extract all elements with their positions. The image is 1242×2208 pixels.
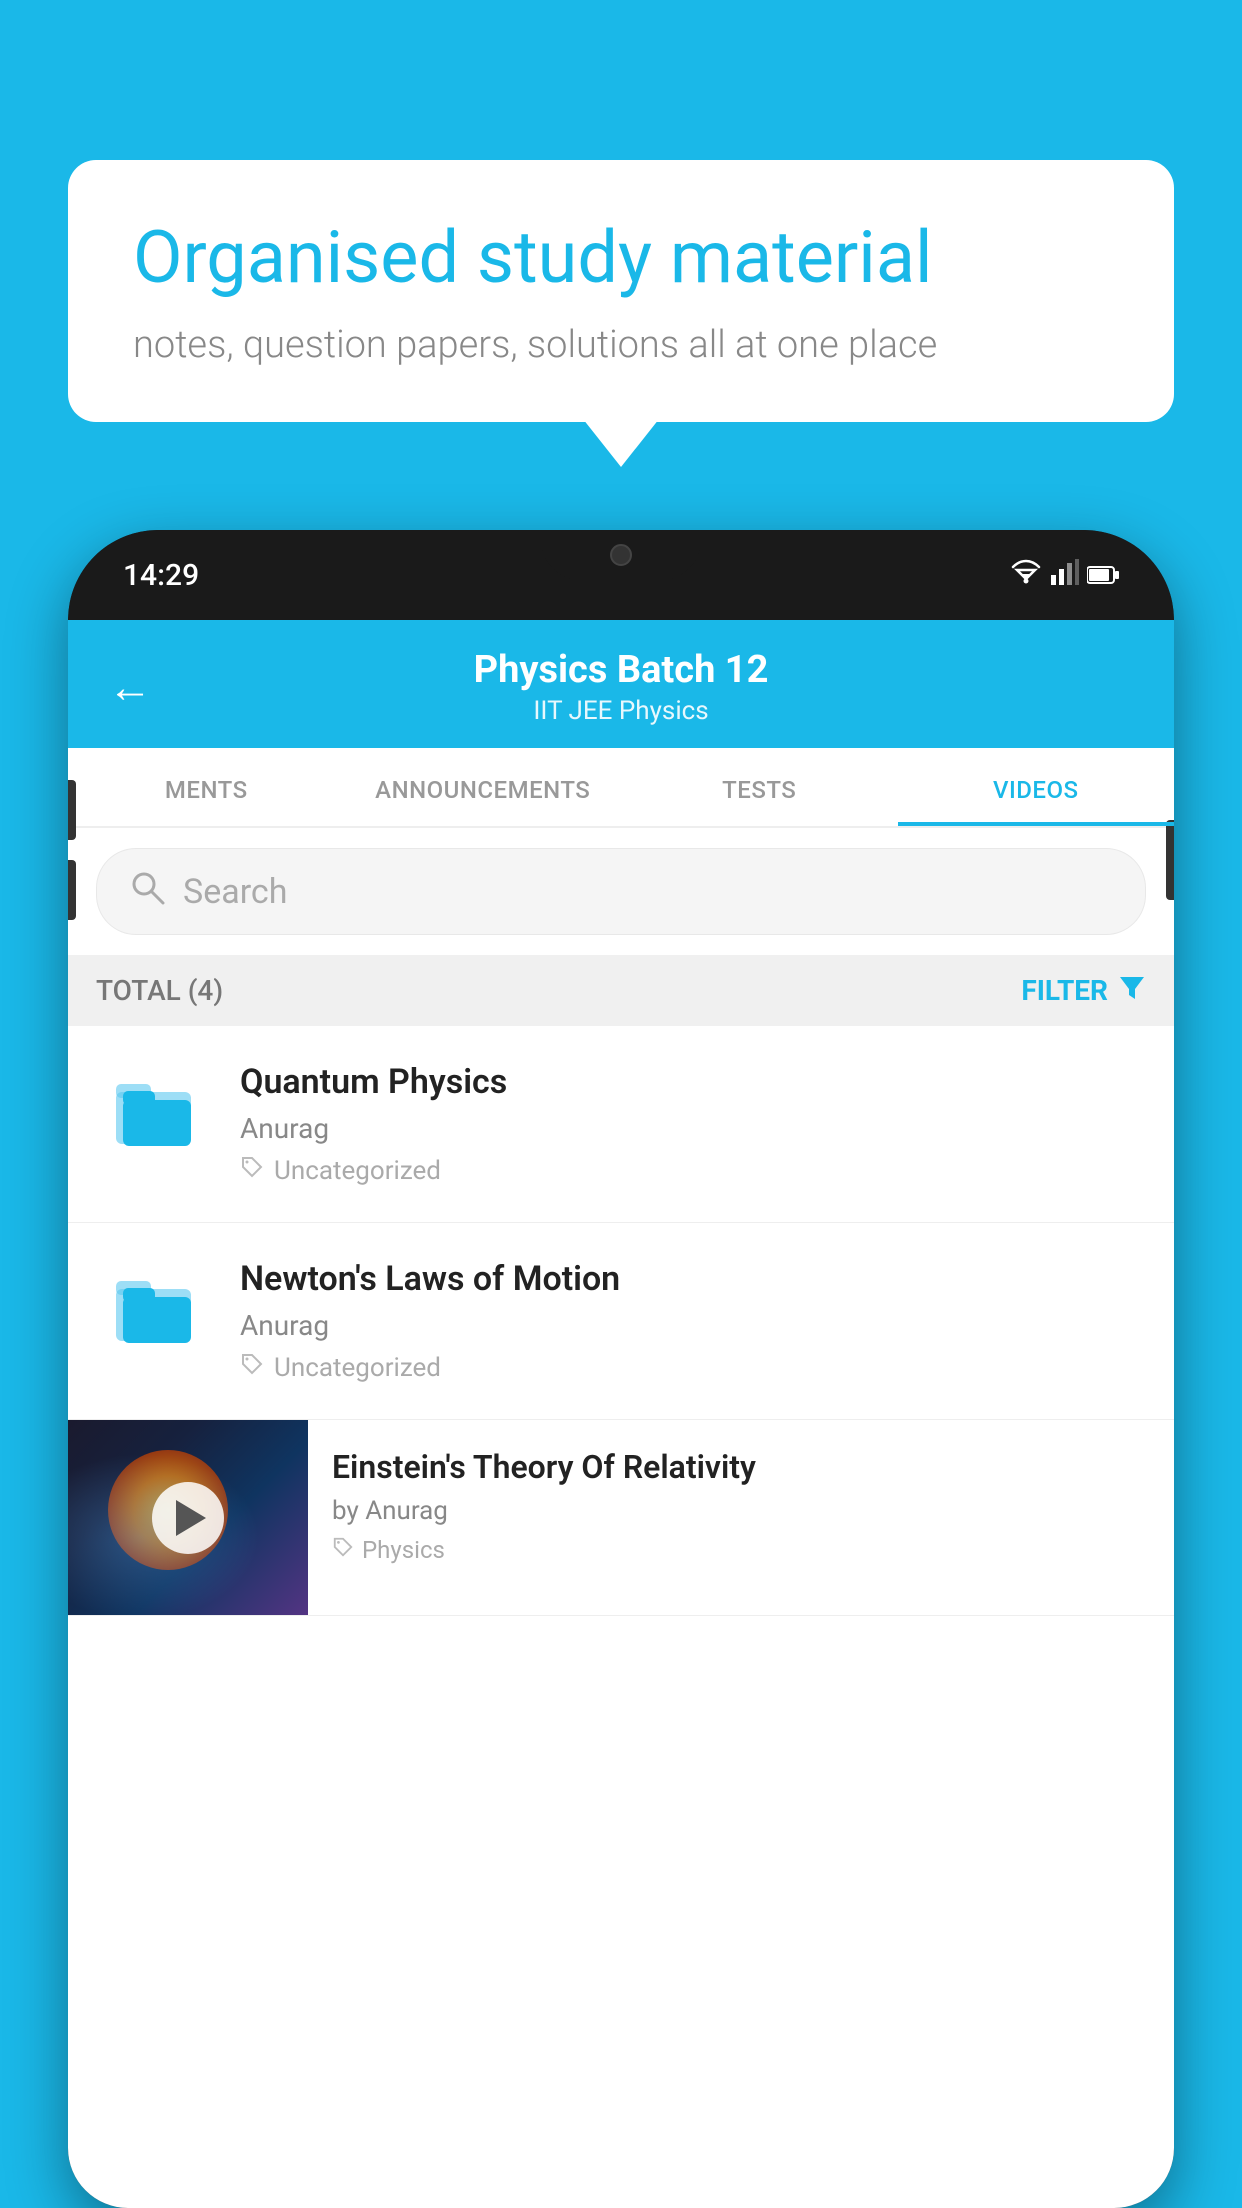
header-center: Physics Batch 12 IIT JEE Physics bbox=[172, 648, 1070, 726]
video-title-3: Einstein's Theory Of Relativity bbox=[332, 1448, 1150, 1486]
video-title-2: Newton's Laws of Motion bbox=[240, 1259, 1146, 1299]
clock: 14:29 bbox=[123, 558, 199, 593]
filter-button[interactable]: FILTER bbox=[1021, 973, 1146, 1008]
search-bar[interactable]: Search bbox=[96, 848, 1146, 935]
screen-subtitle: IIT JEE Physics bbox=[172, 696, 1070, 726]
tab-tests[interactable]: TESTS bbox=[621, 748, 898, 826]
list-item[interactable]: Quantum Physics Anurag Uncategorized bbox=[68, 1026, 1174, 1223]
einstein-thumbnail bbox=[68, 1420, 308, 1615]
tag-text-1: Uncategorized bbox=[274, 1156, 441, 1186]
search-container: Search bbox=[68, 828, 1174, 955]
phone-screen: ← Physics Batch 12 IIT JEE Physics MENTS… bbox=[68, 620, 1174, 2208]
wifi-icon bbox=[1009, 559, 1043, 592]
video-list: Quantum Physics Anurag Uncategorized bbox=[68, 1026, 1174, 1616]
front-camera bbox=[610, 544, 632, 566]
search-icon bbox=[129, 869, 165, 914]
video-tag-2: Uncategorized bbox=[240, 1352, 1146, 1383]
tag-icon bbox=[240, 1155, 264, 1186]
tag-text-2: Uncategorized bbox=[274, 1353, 441, 1383]
video-tag-1: Uncategorized bbox=[240, 1155, 1146, 1186]
video-info-3: Einstein's Theory Of Relativity by Anura… bbox=[308, 1420, 1174, 1592]
video-info-2: Newton's Laws of Motion Anurag Uncategor… bbox=[240, 1259, 1146, 1383]
filter-bar: TOTAL (4) FILTER bbox=[68, 955, 1174, 1026]
search-placeholder: Search bbox=[183, 872, 287, 912]
status-icons bbox=[1009, 559, 1119, 592]
tag-icon bbox=[332, 1536, 354, 1564]
power-button bbox=[1166, 820, 1174, 900]
video-info-1: Quantum Physics Anurag Uncategorized bbox=[240, 1062, 1146, 1186]
app-header: ← Physics Batch 12 IIT JEE Physics bbox=[68, 620, 1174, 748]
video-author-2: Anurag bbox=[240, 1309, 1146, 1342]
tab-bar: MENTS ANNOUNCEMENTS TESTS VIDEOS bbox=[68, 748, 1174, 828]
speech-bubble-container: Organised study material notes, question… bbox=[68, 160, 1174, 422]
bubble-title: Organised study material bbox=[133, 215, 1109, 301]
signal-icon bbox=[1051, 559, 1079, 592]
status-bar: 14:29 bbox=[68, 530, 1174, 620]
folder-thumb-2 bbox=[96, 1259, 216, 1349]
total-count: TOTAL (4) bbox=[96, 974, 223, 1007]
screen-title: Physics Batch 12 bbox=[172, 648, 1070, 692]
folder-thumb-1 bbox=[96, 1062, 216, 1152]
speech-bubble: Organised study material notes, question… bbox=[68, 160, 1174, 422]
video-title-1: Quantum Physics bbox=[240, 1062, 1146, 1102]
volume-down-button bbox=[68, 860, 76, 920]
tab-videos[interactable]: VIDEOS bbox=[898, 748, 1175, 826]
back-button[interactable]: ← bbox=[108, 665, 152, 709]
filter-label: FILTER bbox=[1021, 974, 1108, 1007]
tag-icon bbox=[240, 1352, 264, 1383]
tab-announcements[interactable]: ANNOUNCEMENTS bbox=[345, 748, 622, 826]
tab-ments[interactable]: MENTS bbox=[68, 748, 345, 826]
list-item[interactable]: Einstein's Theory Of Relativity by Anura… bbox=[68, 1420, 1174, 1616]
filter-funnel-icon bbox=[1118, 973, 1146, 1008]
play-icon bbox=[176, 1500, 206, 1536]
phone-frame: 14:29 bbox=[68, 530, 1174, 2208]
phone-notch bbox=[541, 530, 701, 580]
video-author-1: Anurag bbox=[240, 1112, 1146, 1145]
video-author-3: by Anurag bbox=[332, 1496, 1150, 1526]
bubble-subtitle: notes, question papers, solutions all at… bbox=[133, 323, 1109, 367]
play-button[interactable] bbox=[152, 1482, 224, 1554]
battery-icon bbox=[1087, 559, 1119, 592]
video-tag-3: Physics bbox=[332, 1536, 1150, 1564]
list-item[interactable]: Newton's Laws of Motion Anurag Uncategor… bbox=[68, 1223, 1174, 1420]
tag-text-3: Physics bbox=[362, 1536, 445, 1564]
